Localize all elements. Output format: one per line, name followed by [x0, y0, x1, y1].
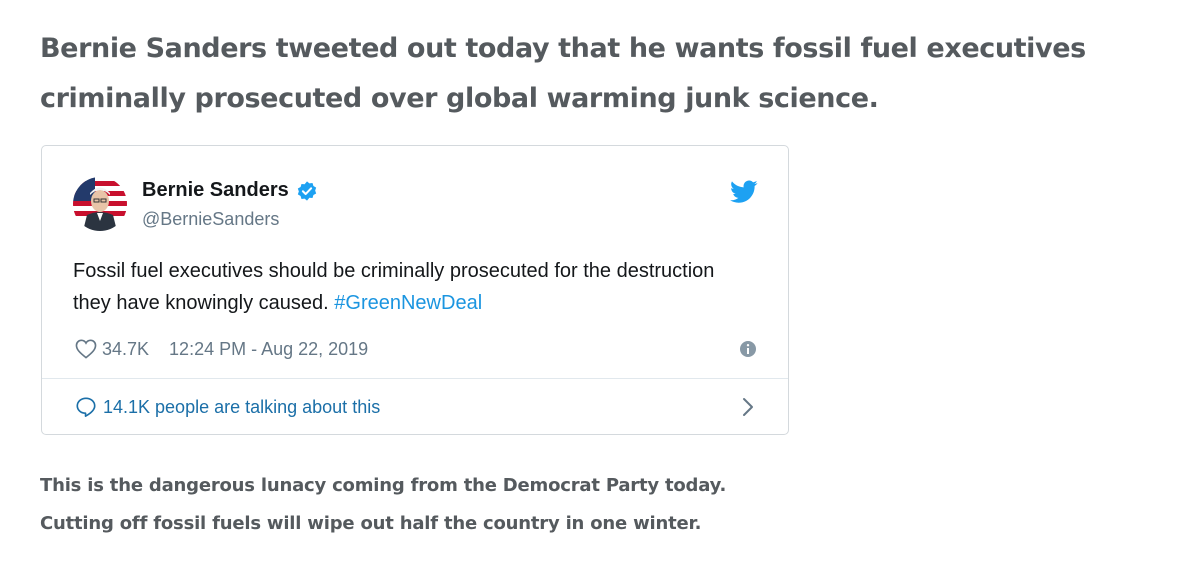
author-name-text[interactable]: Bernie Sanders — [142, 179, 289, 202]
commentary-line: Cutting off fossil fuels will wipe out h… — [40, 513, 702, 534]
like-count[interactable]: 34.7K — [102, 339, 149, 360]
tweet-meta: 34.7K 12:24 PM - Aug 22, 2019 — [75, 336, 757, 362]
tweet-text: Fossil fuel executives should be crimina… — [73, 255, 753, 319]
commentary-line: This is the dangerous lunacy coming from… — [40, 475, 727, 496]
article-headline: Bernie Sanders tweeted out today that he… — [40, 33, 1086, 114]
info-icon[interactable] — [739, 340, 757, 358]
embedded-tweet[interactable]: Bernie Sanders @BernieSanders Fossil fue… — [41, 145, 789, 435]
author-name[interactable]: Bernie Sanders — [142, 179, 318, 202]
speech-bubble-icon — [76, 397, 96, 417]
divider — [42, 378, 788, 379]
avatar[interactable] — [73, 177, 127, 231]
conversation-link[interactable]: 14.1K people are talking about this — [75, 392, 757, 422]
chevron-right-icon[interactable] — [741, 396, 755, 418]
twitter-bird-icon[interactable] — [730, 180, 758, 204]
tweet-timestamp[interactable]: 12:24 PM - Aug 22, 2019 — [169, 339, 368, 360]
conversation-label[interactable]: 14.1K people are talking about this — [103, 397, 380, 418]
verified-badge-icon — [297, 180, 316, 201]
article-commentary: This is the dangerous lunacy coming from… — [40, 467, 1180, 543]
author-handle[interactable]: @BernieSanders — [142, 209, 279, 230]
heart-icon[interactable] — [75, 339, 97, 359]
hashtag-link[interactable]: #GreenNewDeal — [334, 292, 482, 314]
